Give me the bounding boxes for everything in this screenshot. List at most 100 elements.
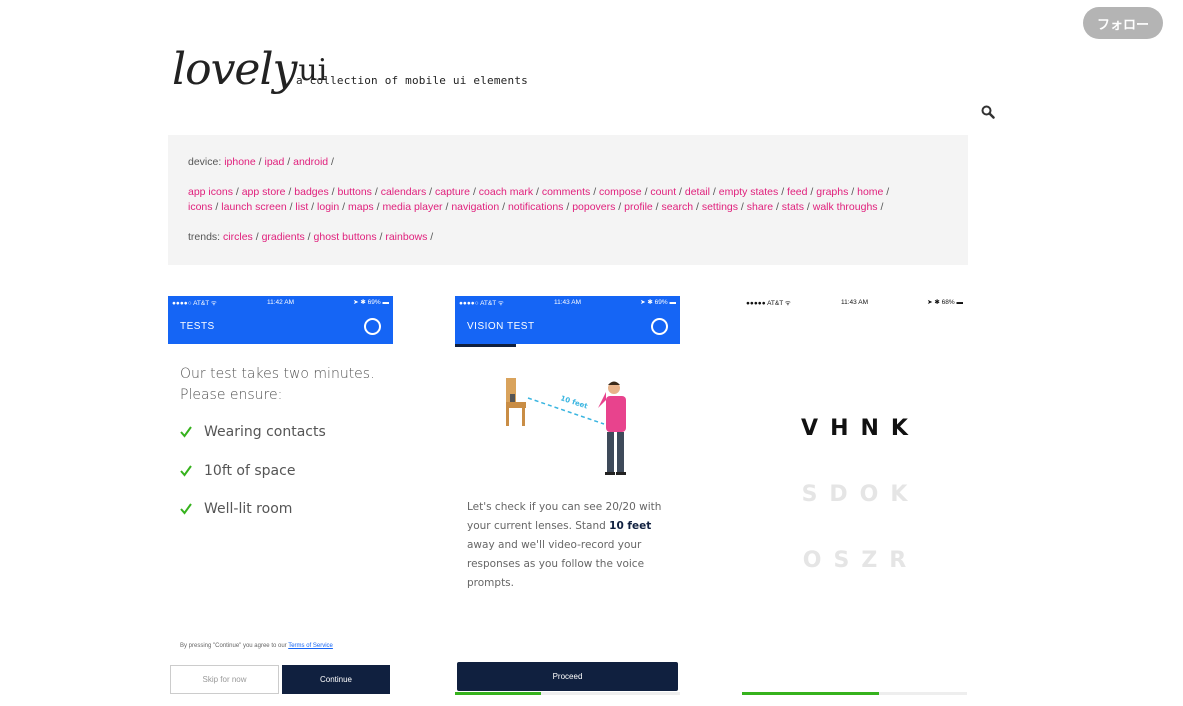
filter-separator: /: [778, 186, 788, 198]
filter-separator: /: [773, 201, 782, 213]
filter-link-capture[interactable]: capture: [435, 186, 470, 198]
circle-icon[interactable]: [364, 317, 381, 335]
filter-separator: /: [427, 231, 434, 243]
filter-link-walk-throughs[interactable]: walk throughs: [813, 201, 878, 213]
checklist-item-label: Well-lit room: [204, 501, 293, 517]
filter-link-gradients[interactable]: gradients: [262, 231, 305, 243]
progress-fill: [455, 692, 541, 695]
filter-link-feed[interactable]: feed: [787, 186, 807, 198]
filter-link-popovers[interactable]: popovers: [572, 201, 615, 213]
status-carrier: ●●●●● AT&T ᯤ: [746, 299, 791, 307]
filter-link-ghost-buttons[interactable]: ghost buttons: [314, 231, 377, 243]
filter-link-comments[interactable]: comments: [542, 186, 590, 198]
logo-lovely-text: lovely: [172, 44, 297, 95]
filter-panel: device: iphone / ipad / android / app ic…: [168, 135, 968, 265]
screenshot-card-eye-chart[interactable]: ●●●●● AT&T ᯤ 11:43 AM ➤ ✱ 68% ▬ VHNK SDO…: [742, 296, 967, 696]
filter-link-launch-screen[interactable]: launch screen: [221, 201, 286, 213]
filter-separator: /: [738, 201, 747, 213]
screenshot-card-vision-test[interactable]: ●●●●○ AT&T ᯤ 11:43 AM ➤ ✱ 69% ▬ VISION T…: [455, 296, 680, 696]
filter-link-count[interactable]: count: [650, 186, 676, 198]
filter-separator: /: [709, 186, 719, 198]
filter-link-buttons[interactable]: buttons: [337, 186, 371, 198]
filter-link-calendars[interactable]: calendars: [381, 186, 427, 198]
filter-link-circles[interactable]: circles: [223, 231, 253, 243]
filter-link-media-player[interactable]: media player: [382, 201, 442, 213]
app-bar-title: VISION TEST: [467, 320, 535, 332]
search-icon[interactable]: [981, 105, 995, 119]
filter-separator: /: [470, 186, 479, 198]
filter-separator: /: [883, 186, 890, 198]
app-header: ●●●●○ AT&T ᯤ 11:42 AM ➤ ✱ 69% ▬ TESTS: [168, 296, 393, 344]
app-bar-title: TESTS: [180, 320, 215, 332]
filter-separator: /: [426, 186, 435, 198]
progress-bar: [455, 692, 680, 695]
category-filter-row-1: app icons / app store / badges / buttons…: [188, 185, 948, 200]
filter-link-profile[interactable]: profile: [624, 201, 653, 213]
filter-link-login[interactable]: login: [317, 201, 339, 213]
skip-button[interactable]: Skip for now: [170, 665, 279, 694]
checklist-item: 10ft of space: [180, 463, 295, 479]
filter-separator: /: [499, 201, 508, 213]
filter-separator: /: [563, 201, 573, 213]
filter-link-coach-mark[interactable]: coach mark: [479, 186, 533, 198]
eye-chart-row-active: VHNK: [801, 416, 920, 441]
filter-link-rainbows[interactable]: rainbows: [385, 231, 427, 243]
terms-link[interactable]: Terms of Service: [288, 643, 333, 649]
status-bar: ●●●●○ AT&T ᯤ 11:43 AM ➤ ✱ 69% ▬: [455, 296, 680, 308]
filter-link-compose[interactable]: compose: [599, 186, 642, 198]
filter-link-iphone[interactable]: iphone: [224, 156, 256, 168]
eye-chart-row: SDOK: [801, 482, 920, 507]
terms-prefix: By pressing "Continue" you agree to our: [180, 643, 289, 649]
trends-filter-row: trends: circles / gradients / ghost butt…: [188, 230, 948, 245]
filter-separator: /: [877, 201, 884, 213]
app-bar: VISION TEST: [455, 308, 680, 344]
filter-link-empty-states[interactable]: empty states: [719, 186, 779, 198]
filter-link-share[interactable]: share: [747, 201, 773, 213]
filter-link-app-icons[interactable]: app icons: [188, 186, 233, 198]
filter-link-android[interactable]: android: [293, 156, 328, 168]
filter-link-icons[interactable]: icons: [188, 201, 213, 213]
continue-button[interactable]: Continue: [282, 665, 390, 694]
filter-separator: /: [252, 231, 262, 243]
app-bar: TESTS: [168, 308, 393, 344]
filter-link-graphs[interactable]: graphs: [816, 186, 848, 198]
circle-icon[interactable]: [651, 317, 668, 335]
checklist-item: Wearing contacts: [180, 424, 326, 440]
distance-illustration: 10 feet: [506, 378, 626, 475]
filter-separator: /: [803, 201, 813, 213]
filter-link-navigation[interactable]: navigation: [451, 201, 499, 213]
filter-separator: /: [304, 231, 314, 243]
filter-separator: /: [848, 186, 858, 198]
filter-link-list[interactable]: list: [295, 201, 308, 213]
checkmark-icon: [180, 426, 192, 438]
filter-separator: /: [328, 156, 334, 168]
filter-separator: /: [442, 201, 452, 213]
filter-separator: /: [232, 186, 242, 198]
checklist-item-label: Wearing contacts: [204, 424, 326, 440]
vision-text-after: away and we'll video-record your respons…: [467, 539, 645, 589]
filter-link-stats[interactable]: stats: [782, 201, 804, 213]
proceed-button[interactable]: Proceed: [457, 662, 678, 691]
filter-link-settings[interactable]: settings: [702, 201, 738, 213]
filter-separator: /: [693, 201, 702, 213]
progress-bar: [742, 692, 967, 695]
vision-instructions: Let's check if you can see 20/20 with yo…: [467, 498, 677, 593]
checklist-item: Well-lit room: [180, 501, 292, 517]
filter-link-maps[interactable]: maps: [348, 201, 374, 213]
filter-link-ipad[interactable]: ipad: [264, 156, 284, 168]
follow-button[interactable]: フォロー: [1083, 7, 1163, 39]
category-filter-row-2: icons / launch screen / list / login / m…: [188, 200, 948, 215]
filter-separator: /: [807, 186, 817, 198]
filter-link-app-store[interactable]: app store: [242, 186, 286, 198]
filter-link-notifications[interactable]: notifications: [508, 201, 563, 213]
filter-separator: /: [590, 186, 600, 198]
filter-link-search[interactable]: search: [662, 201, 694, 213]
filter-separator: /: [615, 201, 625, 213]
filter-separator: /: [533, 186, 542, 198]
filter-link-badges[interactable]: badges: [294, 186, 328, 198]
screenshot-card-tests[interactable]: ●●●●○ AT&T ᯤ 11:42 AM ➤ ✱ 69% ▬ TESTS Ou…: [168, 296, 393, 696]
trends-filter-label: trends:: [188, 231, 224, 243]
filter-link-home[interactable]: home: [857, 186, 883, 198]
filter-separator: /: [284, 156, 294, 168]
filter-link-detail[interactable]: detail: [685, 186, 710, 198]
